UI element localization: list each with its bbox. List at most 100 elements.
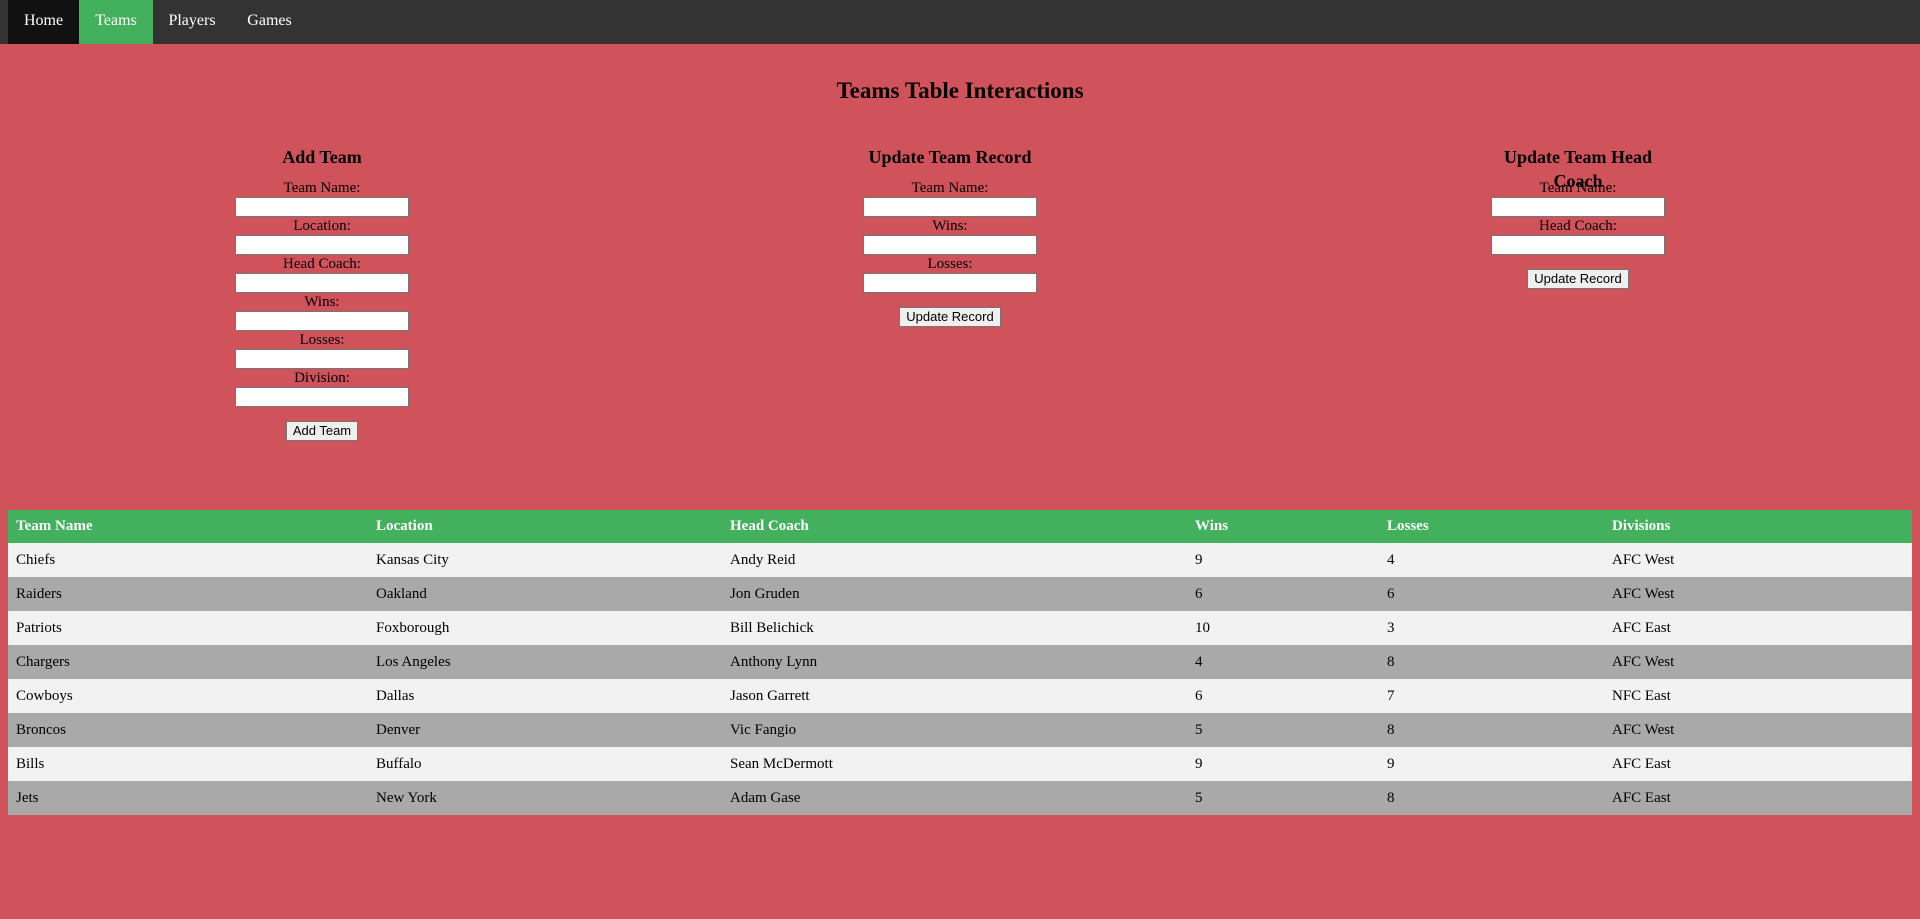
cell-team-name: Chargers (8, 645, 368, 679)
cell-location: Buffalo (368, 747, 722, 781)
record-team-name-input[interactable] (863, 197, 1037, 217)
coach-team-name-input[interactable] (1491, 197, 1665, 217)
add-losses-input[interactable] (235, 349, 409, 369)
record-wins-label: Wins: (932, 218, 968, 234)
cell-wins: 6 (1187, 679, 1379, 713)
cell-losses: 4 (1379, 543, 1604, 577)
add-head-coach-input[interactable] (235, 273, 409, 293)
cell-wins: 4 (1187, 645, 1379, 679)
add-team-button[interactable]: Add Team (285, 421, 359, 441)
cell-head-coach: Sean McDermott (722, 747, 1187, 781)
cell-losses: 6 (1379, 577, 1604, 611)
record-wins-input[interactable] (863, 235, 1037, 255)
cell-team-name: Jets (8, 781, 368, 815)
coach-team-name-label: Team Name: (1539, 180, 1617, 196)
table-row: Chiefs Kansas City Andy Reid 9 4 AFC Wes… (8, 543, 1912, 577)
cell-wins: 10 (1187, 611, 1379, 645)
coach-head-coach-label: Head Coach: (1539, 218, 1617, 234)
cell-division: AFC East (1604, 747, 1912, 781)
record-losses-input[interactable] (863, 273, 1037, 293)
cell-location: Los Angeles (368, 645, 722, 679)
update-coach-form: Update Team Head Coach Team Name: Head C… (1478, 145, 1678, 289)
header-losses: Losses (1379, 510, 1604, 543)
cell-team-name: Raiders (8, 577, 368, 611)
cell-location: Kansas City (368, 543, 722, 577)
coach-head-coach-input[interactable] (1491, 235, 1665, 255)
add-location-input[interactable] (235, 235, 409, 255)
add-location-label: Location: (293, 218, 351, 234)
cell-team-name: Bills (8, 747, 368, 781)
cell-head-coach: Vic Fangio (722, 713, 1187, 747)
add-team-heading: Add Team (282, 147, 362, 167)
add-losses-label: Losses: (299, 332, 345, 348)
cell-losses: 9 (1379, 747, 1604, 781)
cell-head-coach: Bill Belichick (722, 611, 1187, 645)
cell-division: AFC East (1604, 611, 1912, 645)
cell-head-coach: Jason Garrett (722, 679, 1187, 713)
cell-team-name: Chiefs (8, 543, 368, 577)
cell-head-coach: Andy Reid (722, 543, 1187, 577)
add-wins-label: Wins: (304, 294, 340, 310)
table-row: Cowboys Dallas Jason Garrett 6 7 NFC Eas… (8, 679, 1912, 713)
nav-link-players[interactable]: Players (153, 0, 231, 44)
page-title: Teams Table Interactions (836, 78, 1084, 103)
cell-location: Dallas (368, 679, 722, 713)
table-row: Broncos Denver Vic Fangio 5 8 AFC West (8, 713, 1912, 747)
cell-losses: 8 (1379, 713, 1604, 747)
add-head-coach-label: Head Coach: (283, 256, 361, 272)
cell-wins: 5 (1187, 713, 1379, 747)
table-row: Patriots Foxborough Bill Belichick 10 3 … (8, 611, 1912, 645)
add-team-name-label: Team Name: (283, 180, 361, 196)
nav-link-teams[interactable]: Teams (79, 0, 153, 44)
cell-division: AFC West (1604, 713, 1912, 747)
header-location: Location (368, 510, 722, 543)
cell-division: NFC East (1604, 679, 1912, 713)
cell-division: AFC West (1604, 645, 1912, 679)
table-header-row: Team Name Location Head Coach Wins Losse… (8, 510, 1912, 543)
cell-division: AFC East (1604, 781, 1912, 815)
nav-link-games[interactable]: Games (231, 0, 308, 44)
cell-location: Denver (368, 713, 722, 747)
cell-losses: 7 (1379, 679, 1604, 713)
table-row: Chargers Los Angeles Anthony Lynn 4 8 AF… (8, 645, 1912, 679)
cell-losses: 8 (1379, 645, 1604, 679)
update-record-heading: Update Team Record (868, 147, 1032, 167)
header-head-coach: Head Coach (722, 510, 1187, 543)
table-row: Bills Buffalo Sean McDermott 9 9 AFC Eas… (8, 747, 1912, 781)
cell-head-coach: Adam Gase (722, 781, 1187, 815)
update-coach-heading: Update Team Head Coach (1503, 147, 1653, 191)
update-coach-button[interactable]: Update Record (1527, 269, 1629, 289)
cell-location: Oakland (368, 577, 722, 611)
cell-location: New York (368, 781, 722, 815)
add-division-input[interactable] (235, 387, 409, 407)
update-record-button[interactable]: Update Record (899, 307, 1001, 327)
cell-head-coach: Anthony Lynn (722, 645, 1187, 679)
header-team-name: Team Name (8, 510, 368, 543)
cell-division: AFC West (1604, 577, 1912, 611)
cell-wins: 9 (1187, 747, 1379, 781)
top-navbar: Home Teams Players Games (0, 0, 1920, 44)
cell-head-coach: Jon Gruden (722, 577, 1187, 611)
record-team-name-label: Team Name: (911, 180, 989, 196)
cell-team-name: Patriots (8, 611, 368, 645)
update-record-form: Update Team Record Team Name: Wins: Loss… (850, 145, 1050, 327)
add-team-form: Add Team Team Name: Location: Head Coach… (222, 145, 422, 441)
cell-losses: 3 (1379, 611, 1604, 645)
header-wins: Wins (1187, 510, 1379, 543)
cell-losses: 8 (1379, 781, 1604, 815)
cell-team-name: Cowboys (8, 679, 368, 713)
record-losses-label: Losses: (927, 256, 973, 272)
cell-wins: 5 (1187, 781, 1379, 815)
nav-link-home[interactable]: Home (8, 0, 79, 44)
cell-division: AFC West (1604, 543, 1912, 577)
teams-table: Team Name Location Head Coach Wins Losse… (8, 510, 1912, 815)
add-team-name-input[interactable] (235, 197, 409, 217)
add-wins-input[interactable] (235, 311, 409, 331)
cell-wins: 9 (1187, 543, 1379, 577)
header-divisions: Divisions (1604, 510, 1912, 543)
cell-location: Foxborough (368, 611, 722, 645)
cell-team-name: Broncos (8, 713, 368, 747)
table-row: Raiders Oakland Jon Gruden 6 6 AFC West (8, 577, 1912, 611)
table-row: Jets New York Adam Gase 5 8 AFC East (8, 781, 1912, 815)
add-division-label: Division: (294, 370, 350, 386)
